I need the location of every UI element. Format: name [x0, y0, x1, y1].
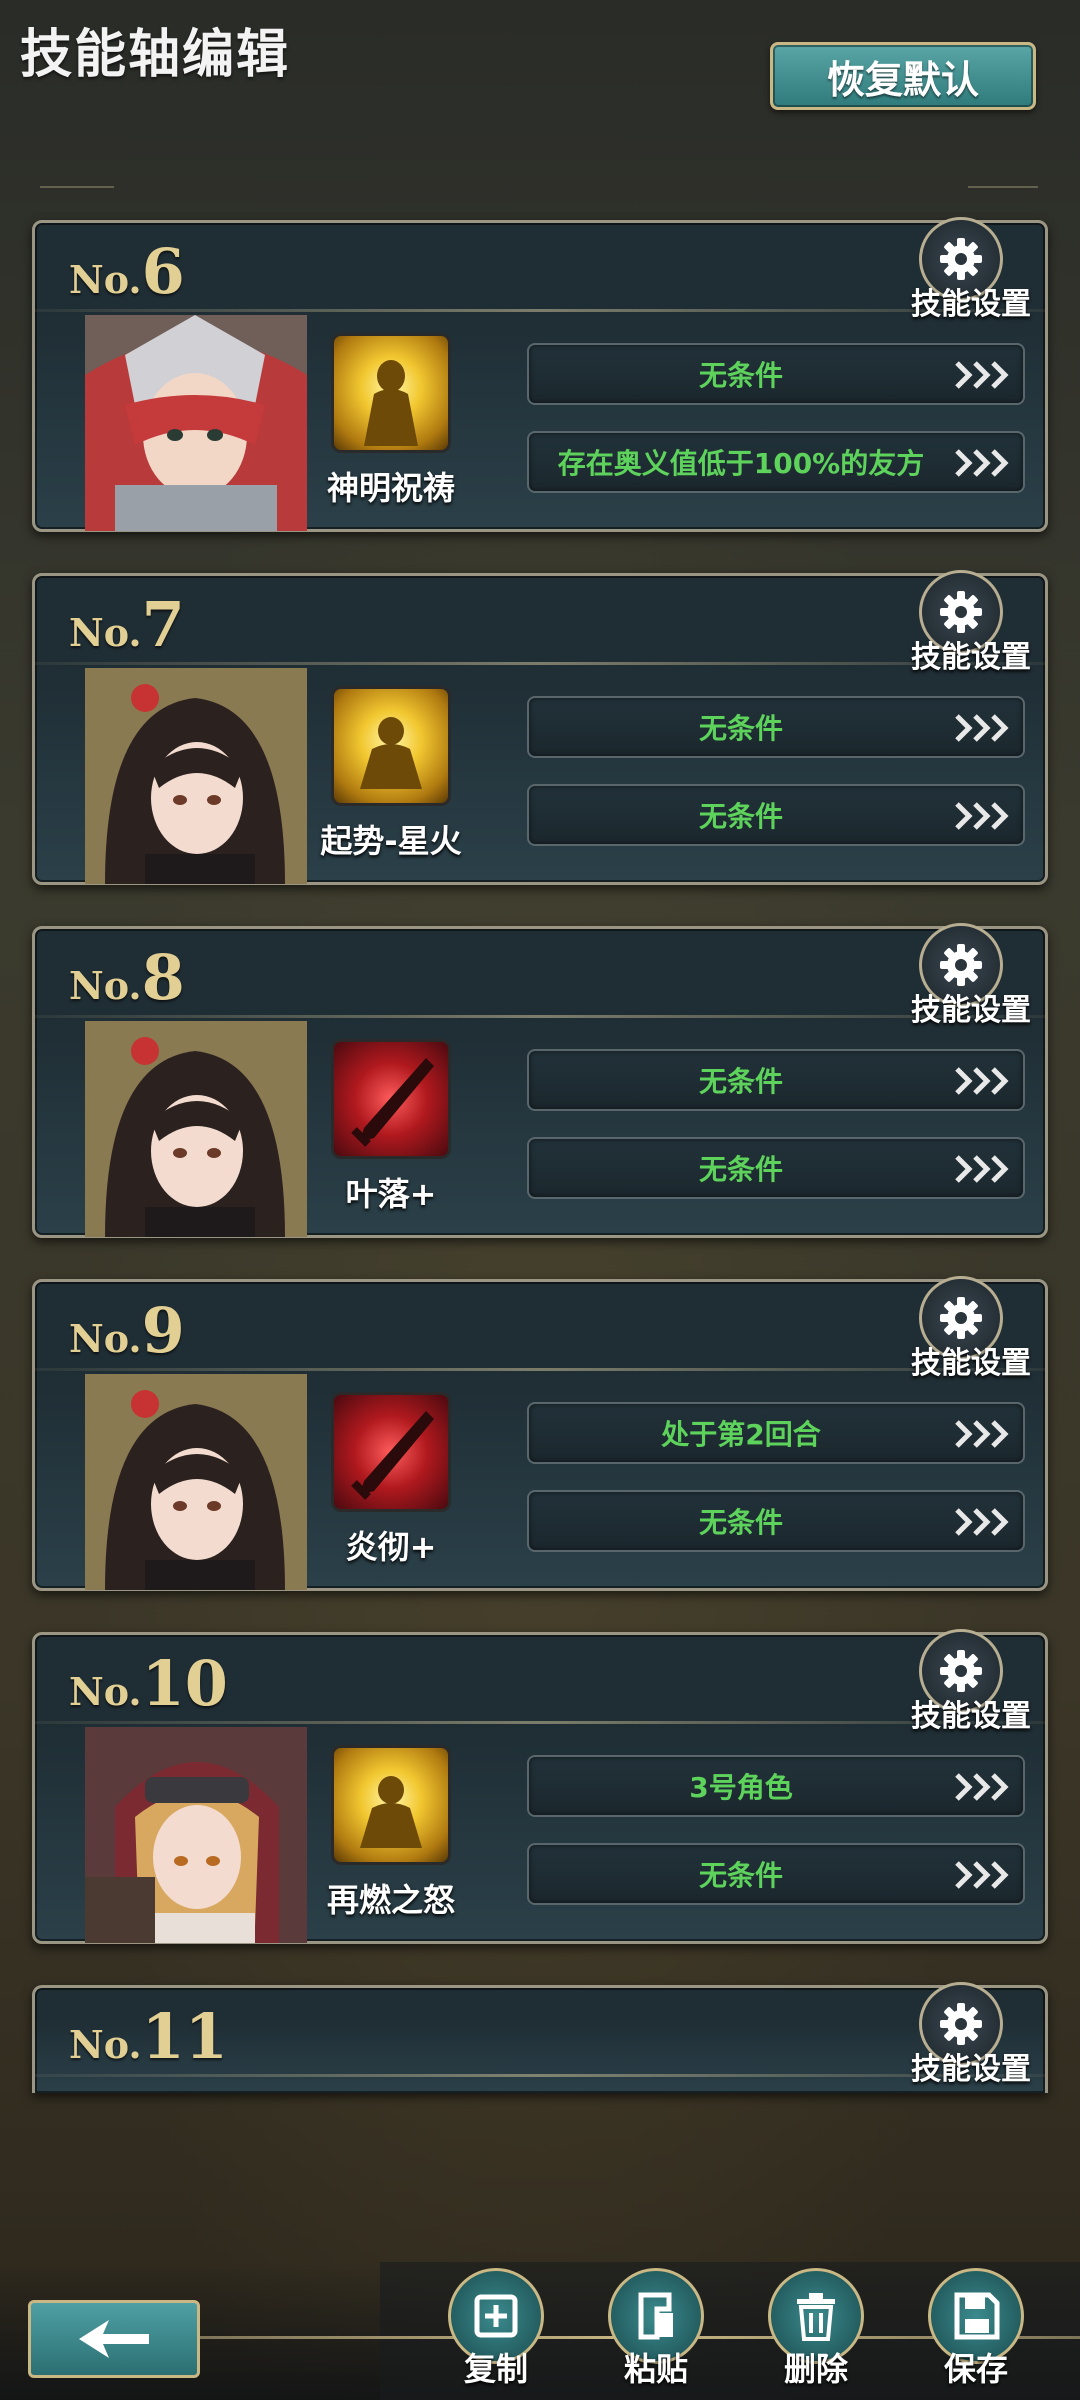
condition-text: 无条件 — [698, 1153, 783, 1186]
restore-default-button[interactable]: 恢复默认 — [770, 42, 1036, 110]
skill-settings-label[interactable]: 技能设置 — [901, 632, 1041, 676]
slot-number: No.8 — [69, 941, 185, 1014]
skill-name: 叶落+ — [345, 1175, 437, 1213]
card-divider — [35, 1015, 1045, 1018]
back-button[interactable] — [28, 2300, 200, 2378]
condition-selector[interactable]: 无条件 — [527, 696, 1025, 758]
character-portrait[interactable] — [85, 315, 307, 531]
condition-selector[interactable]: 无条件 — [527, 1049, 1025, 1111]
page-title: 技能轴编辑 — [20, 25, 291, 85]
skill-name: 炎彻+ — [345, 1528, 437, 1566]
condition-text: 无条件 — [698, 712, 783, 745]
header-divider-right — [968, 186, 1038, 188]
skill-slot-card: No.10 技能设置 再燃之怒 3号角色 无条件 — [32, 1629, 1048, 1944]
header-divider-left — [40, 186, 114, 188]
paste-label: 粘贴 — [623, 2350, 688, 2388]
copy-button[interactable]: 复制 — [448, 2268, 548, 2400]
paste-button[interactable]: 粘贴 — [608, 2268, 708, 2400]
skill-name: 再燃之怒 — [326, 1881, 455, 1919]
skill-settings-label[interactable]: 技能设置 — [901, 985, 1041, 1029]
save-button[interactable]: 保存 — [928, 2268, 1028, 2400]
gold-warrior-icon[interactable] — [331, 1745, 451, 1865]
card-divider — [35, 309, 1045, 312]
card-divider — [35, 2074, 1045, 2077]
skill-slot-card: No.6 技能设置 神明祝祷 无条件 存在奥义值低于100%的友方 — [32, 217, 1048, 532]
condition-text: 无条件 — [698, 1859, 783, 1892]
skill-slot-card: No.7 技能设置 起势-星火 无条件 无条件 — [32, 570, 1048, 885]
triple-chevron-right-icon — [955, 1773, 1009, 1801]
condition-selector[interactable]: 无条件 — [527, 1490, 1025, 1552]
character-portrait[interactable] — [85, 1727, 307, 1943]
condition-text: 无条件 — [698, 1065, 783, 1098]
character-portrait[interactable] — [85, 1021, 307, 1237]
red-blade-icon[interactable] — [331, 1392, 451, 1512]
condition-selector[interactable]: 存在奥义值低于100%的友方 — [527, 431, 1025, 493]
slot-number: No.11 — [69, 2000, 228, 2073]
skill-slot-card: No.11 技能设置 — [32, 1982, 1048, 2093]
card-divider — [35, 1721, 1045, 1724]
condition-text: 存在奥义值低于100%的友方 — [557, 447, 925, 480]
skill-name: 神明祝祷 — [326, 469, 455, 507]
slot-number: No.10 — [69, 1647, 228, 1720]
triple-chevron-right-icon — [955, 802, 1009, 830]
back-arrow-icon — [79, 2320, 149, 2358]
condition-text: 无条件 — [698, 1506, 783, 1539]
condition-text: 无条件 — [698, 800, 783, 833]
triple-chevron-right-icon — [955, 1861, 1009, 1889]
skill-slot-card: No.9 技能设置 炎彻+ 处于第2回合 无条件 — [32, 1276, 1048, 1591]
gold-radiance-icon[interactable] — [331, 333, 451, 453]
card-divider — [35, 662, 1045, 665]
condition-selector[interactable]: 无条件 — [527, 1137, 1025, 1199]
skill-slot-card: No.8 技能设置 叶落+ 无条件 无条件 — [32, 923, 1048, 1238]
skill-settings-label[interactable]: 技能设置 — [901, 279, 1041, 323]
delete-button[interactable]: 删除 — [768, 2268, 868, 2400]
triple-chevron-right-icon — [955, 361, 1009, 389]
skill-settings-label[interactable]: 技能设置 — [901, 1691, 1041, 1735]
triple-chevron-right-icon — [955, 1508, 1009, 1536]
delete-label: 删除 — [783, 2350, 848, 2388]
condition-selector[interactable]: 处于第2回合 — [527, 1402, 1025, 1464]
condition-text: 3号角色 — [689, 1771, 793, 1804]
triple-chevron-right-icon — [955, 1420, 1009, 1448]
triple-chevron-right-icon — [955, 1155, 1009, 1183]
character-portrait[interactable] — [85, 1374, 307, 1590]
slot-number: No.6 — [69, 235, 185, 308]
slot-number: No.7 — [69, 588, 185, 661]
red-blade-icon[interactable] — [331, 1039, 451, 1159]
condition-selector[interactable]: 无条件 — [527, 1843, 1025, 1905]
condition-selector[interactable]: 无条件 — [527, 343, 1025, 405]
condition-selector[interactable]: 无条件 — [527, 784, 1025, 846]
slot-number: No.9 — [69, 1294, 185, 1367]
card-divider — [35, 1368, 1045, 1371]
triple-chevron-right-icon — [955, 1067, 1009, 1095]
triple-chevron-right-icon — [955, 714, 1009, 742]
condition-text: 无条件 — [698, 359, 783, 392]
skill-name: 起势-星火 — [320, 822, 462, 860]
character-portrait[interactable] — [85, 668, 307, 884]
skill-settings-label[interactable]: 技能设置 — [901, 2044, 1041, 2088]
condition-text: 处于第2回合 — [661, 1418, 821, 1451]
triple-chevron-right-icon — [955, 449, 1009, 477]
condition-selector[interactable]: 3号角色 — [527, 1755, 1025, 1817]
gold-warrior-icon[interactable] — [331, 686, 451, 806]
skill-settings-label[interactable]: 技能设置 — [901, 1338, 1041, 1382]
save-label: 保存 — [943, 2350, 1008, 2388]
copy-label: 复制 — [463, 2350, 528, 2388]
